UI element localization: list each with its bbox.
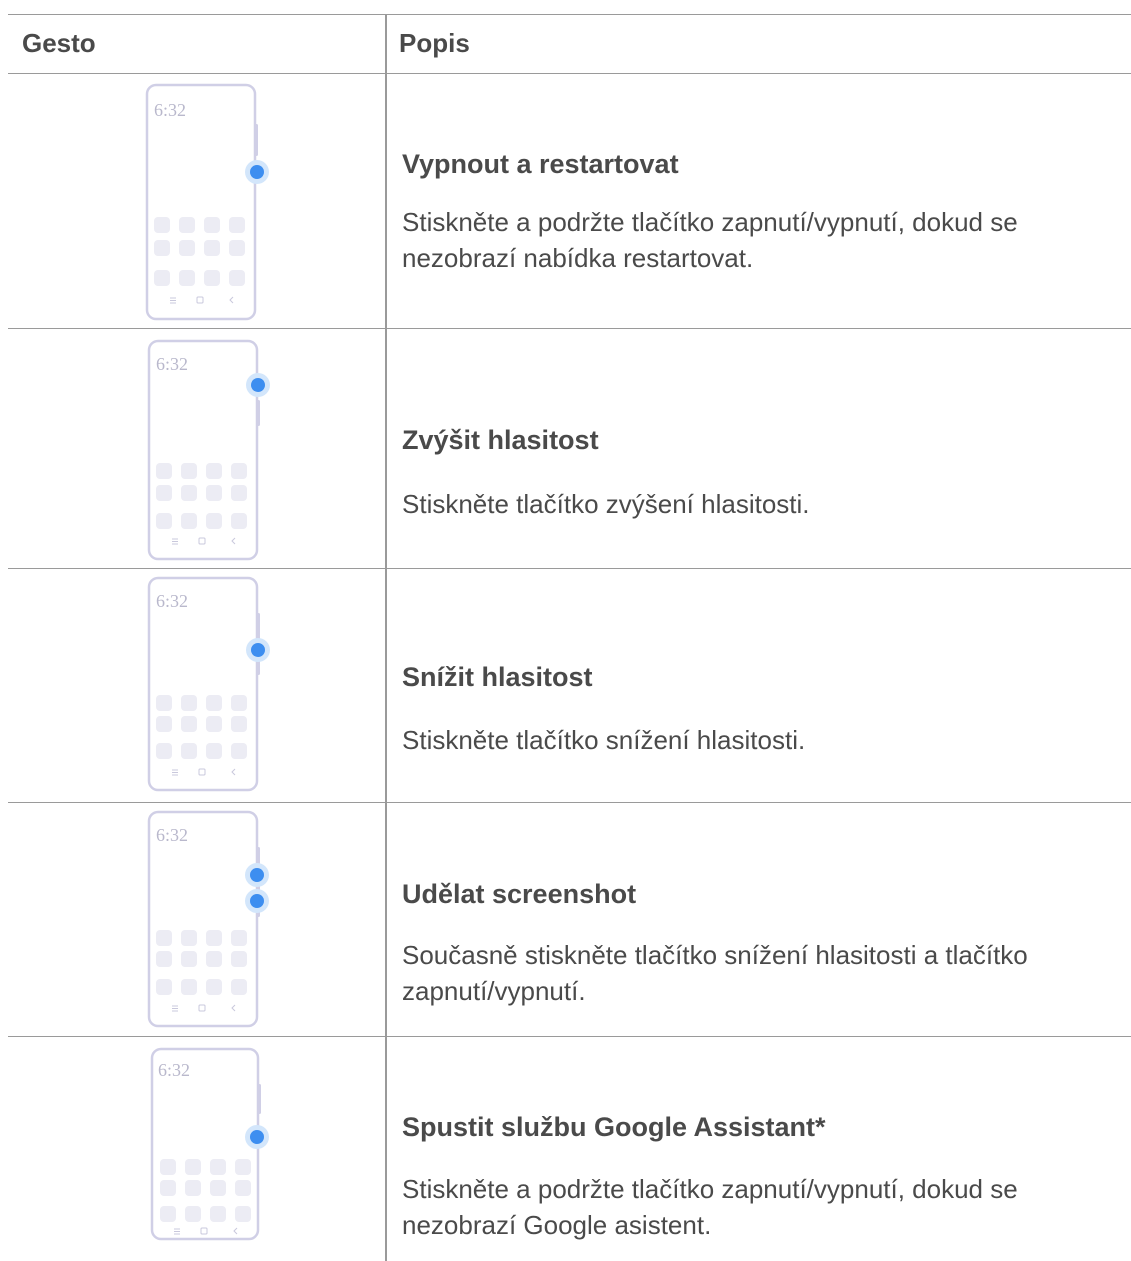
- gesture-description-cell: Spustit službu Google Assistant* Stiskně…: [402, 1037, 1122, 1261]
- phone-screenshot-icon: 6:32: [147, 810, 269, 1028]
- gesture-illustration-cell: 6:32: [8, 1037, 385, 1261]
- phone-assistant-icon: 6:32: [150, 1047, 269, 1241]
- press-dot: [250, 894, 264, 908]
- gesture-description: Stiskněte tlačítko snížení hlasitosti.: [402, 725, 806, 755]
- table-row: 6:32 Vypnout a restartovat Stiskněte a p…: [8, 74, 1131, 328]
- gesture-description: Současně stiskněte tlačítko snížení hlas…: [402, 940, 1028, 1006]
- gesture-illustration-cell: 6:32: [8, 803, 385, 1036]
- gesture-description: Stiskněte a podržte tlačítko zapnutí/vyp…: [402, 1174, 1018, 1240]
- header-gesture: Gesto: [22, 28, 96, 58]
- phone-clock: 6:32: [158, 1060, 190, 1080]
- phone-clock: 6:32: [156, 354, 188, 374]
- gesture-illustration-cell: 6:32: [8, 74, 385, 328]
- phone-power-press-icon: 6:32: [145, 83, 269, 321]
- table-row: 6:32 Zvýšit hlasitost Stiskněte tlačítko…: [8, 329, 1131, 568]
- table-row: 6:32 Spustit službu Google Assistant* St…: [8, 1037, 1131, 1261]
- gesture-title: Vypnout a restartovat: [402, 149, 679, 179]
- phone-clock: 6:32: [156, 591, 188, 611]
- gesture-description-cell: Vypnout a restartovat Stiskněte a podržt…: [402, 74, 1122, 328]
- phone-clock: 6:32: [156, 825, 188, 845]
- press-dot: [250, 1130, 264, 1144]
- side-button: [257, 1084, 261, 1114]
- gesture-description-cell: Snížit hlasitost Stiskněte tlačítko sníž…: [402, 569, 1122, 802]
- gesture-description-cell: Zvýšit hlasitost Stiskněte tlačítko zvýš…: [402, 329, 1122, 568]
- table-top-rule: [8, 14, 1131, 15]
- phone-clock: 6:32: [154, 100, 186, 120]
- table-row: 6:32 Udělat screenshot Současně stisknět…: [8, 803, 1131, 1036]
- gesture-illustration-cell: 6:32: [8, 329, 385, 568]
- press-dot: [250, 165, 264, 179]
- gesture-description-cell: Udělat screenshot Současně stiskněte tla…: [402, 803, 1122, 1036]
- phone-volume-down-icon: 6:32: [147, 576, 270, 792]
- gesture-title: Snížit hlasitost: [402, 662, 593, 692]
- gesture-description: Stiskněte a podržte tlačítko zapnutí/vyp…: [402, 207, 1018, 273]
- header-description: Popis: [399, 28, 470, 58]
- gesture-title: Spustit službu Google Assistant*: [402, 1112, 826, 1142]
- phone-volume-up-icon: 6:32: [147, 339, 270, 561]
- press-dot: [251, 378, 265, 392]
- gesture-illustration-cell: 6:32: [8, 569, 385, 802]
- press-dot: [250, 868, 264, 882]
- press-dot: [251, 643, 265, 657]
- gesture-title: Udělat screenshot: [402, 879, 637, 909]
- gesture-table: Gesto Popis 6:32 Vypnout a restartovat S…: [8, 14, 1131, 1261]
- table-row: 6:32 Snížit hlasitost Stiskněte tlačítko…: [8, 569, 1131, 802]
- gesture-description: Stiskněte tlačítko zvýšení hlasitosti.: [402, 489, 810, 519]
- side-button: [256, 400, 260, 426]
- gesture-title: Zvýšit hlasitost: [402, 425, 599, 455]
- side-button: [254, 124, 258, 156]
